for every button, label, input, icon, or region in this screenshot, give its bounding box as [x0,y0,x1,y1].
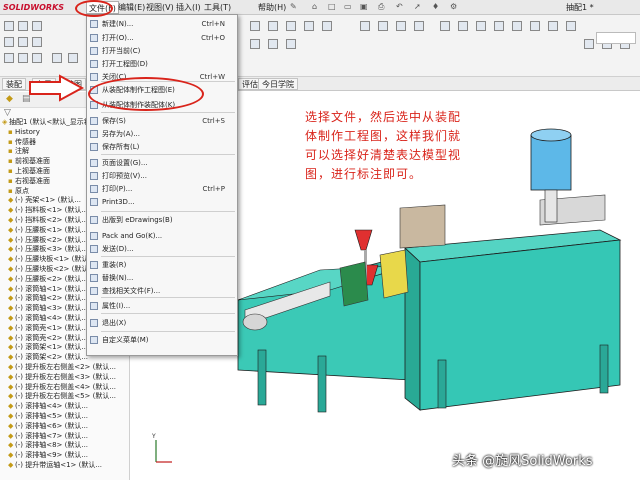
file-menu-item[interactable]: 发送(D)... [87,244,237,254]
menu-item-label: 自定义菜单(M) [102,336,149,344]
file-menu-item[interactable]: Pack and Go(K)... [87,231,237,241]
menu-item-icon [90,302,98,310]
menu-item-icon [90,336,98,344]
file-menu-item[interactable]: 打印预览(V)... [87,171,237,181]
hopper-neck [544,189,558,223]
menu-item-label: 打开工程图(D) [102,60,148,68]
file-menu-item[interactable]: 退出(X) [87,318,237,328]
menu-item-icon [90,261,98,269]
menu-item-label: Print3D... [102,198,135,206]
file-menu-item[interactable]: 打印(P)... Ctrl+P [87,184,237,194]
file-menu-item[interactable]: 替换(N)... [87,273,237,283]
menu-separator [101,297,235,298]
cabinet-leg [599,344,609,394]
menu-item-label: Pack and Go(K)... [102,232,163,240]
menu-item-icon [90,274,98,282]
menu-item-shortcut: Ctrl+N [201,20,225,28]
highlight-circle-make-drawing [88,77,204,111]
menu-item-icon [90,198,98,206]
hopper [530,134,572,191]
menu-item-shortcut: Ctrl+S [202,117,225,125]
file-menu-item[interactable]: 出版到 eDrawings(B) [87,215,237,225]
menu-item-icon [90,172,98,180]
conveyor-leg [257,349,267,406]
menu-item-icon [90,73,98,81]
file-menu-item[interactable]: 新建(N)... Ctrl+N [87,19,237,29]
menu-item-icon [90,159,98,167]
cabinet-front [419,239,621,411]
menu-item-icon [90,287,98,295]
menu-item-label: 保存(S) [102,117,126,125]
menu-item-label: 重装(R) [102,261,127,269]
menu-separator [101,154,235,155]
menu-item-icon [90,319,98,327]
menu-item-label: 打开当前(C) [102,47,141,55]
menu-item-shortcut: Ctrl+P [202,185,225,193]
menu-item-icon [90,34,98,42]
menu-item-label: 页面设置(G)... [102,159,148,167]
menu-item-label: 属性(I)... [102,302,131,310]
funnel [354,229,373,251]
highlight-circle-file-menu [75,0,113,17]
watermark: 头条 @旋风SolidWorks [452,454,593,469]
menu-item-icon [90,47,98,55]
annotation-text: 选择文件，然后选中从装配体制作工程图，这样我们就可以选择好清楚表达模型视图，进行… [305,110,462,181]
file-menu-item[interactable]: 保存(S) Ctrl+S [87,116,237,126]
menu-item-label: 退出(X) [102,319,127,327]
menu-item-label: 打印(P)... [102,185,133,193]
pointer-arrow [29,74,85,102]
menu-separator [101,112,235,113]
menu-item-icon [90,245,98,253]
file-menu-item[interactable]: 打开(O)... Ctrl+O [87,33,237,43]
file-menu-item[interactable]: 重装(R) [87,260,237,270]
menu-separator [101,256,235,257]
conveyor-leg [317,355,327,413]
menu-item-label: 另存为(A)... [102,130,140,138]
file-menu-item[interactable]: Print3D... [87,197,237,207]
menu-item-icon [90,143,98,151]
cabinet-side [404,247,421,411]
menu-item-label: 出版到 eDrawings(B) [102,216,173,224]
triad-y-label: Y [151,433,156,440]
file-menu-item[interactable]: 查找相关文件(F)... [87,286,237,296]
menu-item-icon [90,130,98,138]
file-menu-item[interactable]: 打开工程图(D) [87,59,237,69]
menu-item-label: 打开(O)... [102,34,134,42]
green-block [339,261,369,307]
menu-item-label: 打印预览(V)... [102,172,147,180]
file-menu-item[interactable]: 另存为(A)... [87,129,237,139]
file-menu-item[interactable]: 保存所有(L) [87,142,237,152]
menu-item-icon [90,117,98,125]
menu-separator [101,313,235,314]
cabinet-leg [437,359,447,409]
menu-item-icon [90,216,98,224]
menu-item-label: 查找相关文件(F)... [102,287,161,295]
file-menu-item[interactable]: 自定义菜单(M) [87,335,237,345]
menu-separator [101,211,235,212]
menu-item-shortcut: Ctrl+W [199,73,225,81]
file-menu-item[interactable]: 打开当前(C) [87,46,237,56]
menu-item-shortcut: Ctrl+O [201,34,225,42]
menu-separator [101,331,235,332]
belt-roller [242,313,268,331]
menu-item-icon [90,185,98,193]
roller-unit [379,249,409,299]
menu-item-label: 发送(D)... [102,245,134,253]
file-menu-item[interactable]: 页面设置(G)... [87,158,237,168]
menu-item-label: 新建(N)... [102,20,134,28]
menu-item-label: 替换(N)... [102,274,134,282]
file-menu-dropdown: 新建(N)... Ctrl+N 打开(O)... Ctrl+O 打开当前(C) 打开工程图… [86,14,238,356]
menu-item-icon [90,20,98,28]
menu-item-icon [90,60,98,68]
upper-case [399,204,446,249]
hopper-top [530,128,572,142]
menu-item-icon [90,232,98,240]
menu-item-label: 保存所有(L) [102,143,140,151]
file-menu-item[interactable]: 属性(I)... [87,301,237,311]
